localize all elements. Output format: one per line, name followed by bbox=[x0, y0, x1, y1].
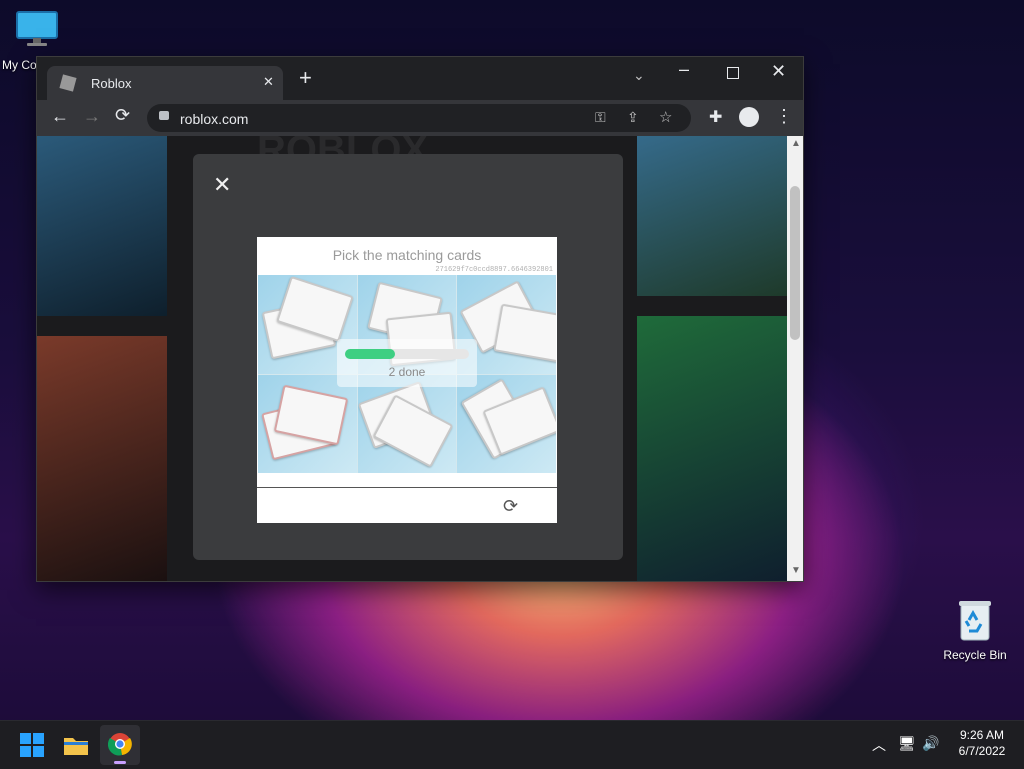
forward-arrow-icon[interactable]: → bbox=[83, 106, 101, 127]
browser-toolbar: ← → ⟳ roblox.com ⚿ ⇪ ☆ ✚ ⋮ bbox=[37, 100, 803, 136]
lock-icon bbox=[159, 111, 169, 120]
start-button[interactable] bbox=[12, 725, 52, 765]
captcha-footer: ⟳ bbox=[257, 487, 557, 524]
star-icon[interactable]: ☆ bbox=[659, 108, 672, 126]
bg-tile bbox=[637, 316, 787, 581]
minimize-button[interactable]: – bbox=[679, 59, 689, 80]
show-hidden-icons[interactable]: ︿ bbox=[872, 735, 886, 755]
captcha-tile[interactable] bbox=[258, 374, 357, 473]
active-indicator bbox=[114, 761, 126, 764]
progress-fill bbox=[345, 349, 395, 359]
back-arrow-icon[interactable]: ← bbox=[51, 106, 69, 127]
extensions-icon[interactable]: ✚ bbox=[709, 107, 722, 127]
desktop-icon-my-computer[interactable]: My Co bbox=[2, 10, 72, 72]
bg-tile bbox=[37, 136, 167, 316]
captcha-tile[interactable] bbox=[357, 374, 457, 473]
desktop-icon-recycle-bin[interactable]: Recycle Bin bbox=[940, 598, 1010, 662]
scroll-thumb[interactable] bbox=[790, 186, 800, 340]
progress-text: 2 done bbox=[388, 365, 426, 379]
refresh-icon[interactable]: ⟳ bbox=[503, 496, 518, 517]
network-icon[interactable]: 🖥 bbox=[898, 735, 916, 752]
vertical-scrollbar[interactable]: ▲ ▼ bbox=[787, 136, 803, 581]
key-icon[interactable]: ⚿ bbox=[595, 109, 606, 126]
clock-time: 9:26 AM bbox=[959, 728, 1005, 742]
bg-tile bbox=[37, 336, 167, 581]
close-modal-button[interactable]: ✕ bbox=[213, 172, 231, 198]
volume-icon[interactable]: 🔊 bbox=[922, 735, 939, 752]
folder-icon bbox=[64, 738, 88, 755]
chrome-button[interactable] bbox=[100, 725, 140, 765]
share-icon[interactable]: ⇪ bbox=[627, 109, 639, 126]
verification-modal: ✕ Pick the matching cards 271629f7c0ccd8… bbox=[193, 154, 623, 560]
bg-tile bbox=[637, 136, 787, 296]
progress-overlay: 2 done bbox=[337, 339, 477, 387]
file-explorer-button[interactable] bbox=[56, 725, 96, 765]
recycle-bin-icon bbox=[959, 601, 991, 641]
scroll-up-arrow-icon[interactable]: ▲ bbox=[791, 138, 801, 149]
tab-roblox[interactable]: Roblox ✕ bbox=[47, 66, 283, 100]
reload-icon[interactable]: ⟳ bbox=[115, 105, 130, 126]
close-window-button[interactable]: ✕ bbox=[771, 61, 786, 82]
captcha-panel: Pick the matching cards 271629f7c0ccd889… bbox=[257, 237, 557, 523]
captcha-tile[interactable] bbox=[457, 374, 556, 473]
clock[interactable]: 9:26 AM 6/7/2022 bbox=[950, 728, 1014, 758]
my-computer-label: My Co bbox=[2, 58, 37, 72]
maximize-button[interactable] bbox=[727, 67, 739, 79]
captcha-id: 271629f7c0ccd8897.6646392801 bbox=[435, 266, 553, 274]
url-text: roblox.com bbox=[180, 111, 249, 127]
page-viewport: ROBLOX ✕ Pick the matching cards 271629f… bbox=[37, 136, 787, 581]
captcha-title: Pick the matching cards bbox=[332, 247, 482, 263]
new-tab-button[interactable]: + bbox=[299, 67, 312, 89]
recycle-bin-label: Recycle Bin bbox=[943, 648, 1007, 662]
clock-date: 6/7/2022 bbox=[958, 744, 1006, 758]
progress-bar bbox=[345, 349, 469, 359]
close-tab-button[interactable]: ✕ bbox=[263, 74, 274, 90]
monitor-icon bbox=[16, 11, 58, 46]
tab-search-icon[interactable]: ⌄ bbox=[633, 67, 645, 84]
profile-icon[interactable] bbox=[739, 107, 759, 127]
roblox-favicon-icon bbox=[59, 74, 77, 92]
menu-icon[interactable]: ⋮ bbox=[775, 106, 793, 127]
address-bar[interactable]: roblox.com ⚿ ⇪ ☆ bbox=[147, 104, 691, 132]
chrome-icon bbox=[108, 733, 132, 756]
taskbar: ︿ 🖥 🔊 9:26 AM 6/7/2022 bbox=[0, 720, 1024, 769]
scroll-down-arrow-icon[interactable]: ▼ bbox=[791, 565, 801, 576]
tab-strip: Roblox ✕ + ⌄ – ✕ bbox=[37, 57, 803, 100]
tab-title: Roblox bbox=[91, 76, 132, 91]
browser-window: Roblox ✕ + ⌄ – ✕ ← → ⟳ roblox.com ⚿ ⇪ ☆ … bbox=[36, 56, 804, 582]
windows-logo-icon bbox=[20, 733, 44, 757]
